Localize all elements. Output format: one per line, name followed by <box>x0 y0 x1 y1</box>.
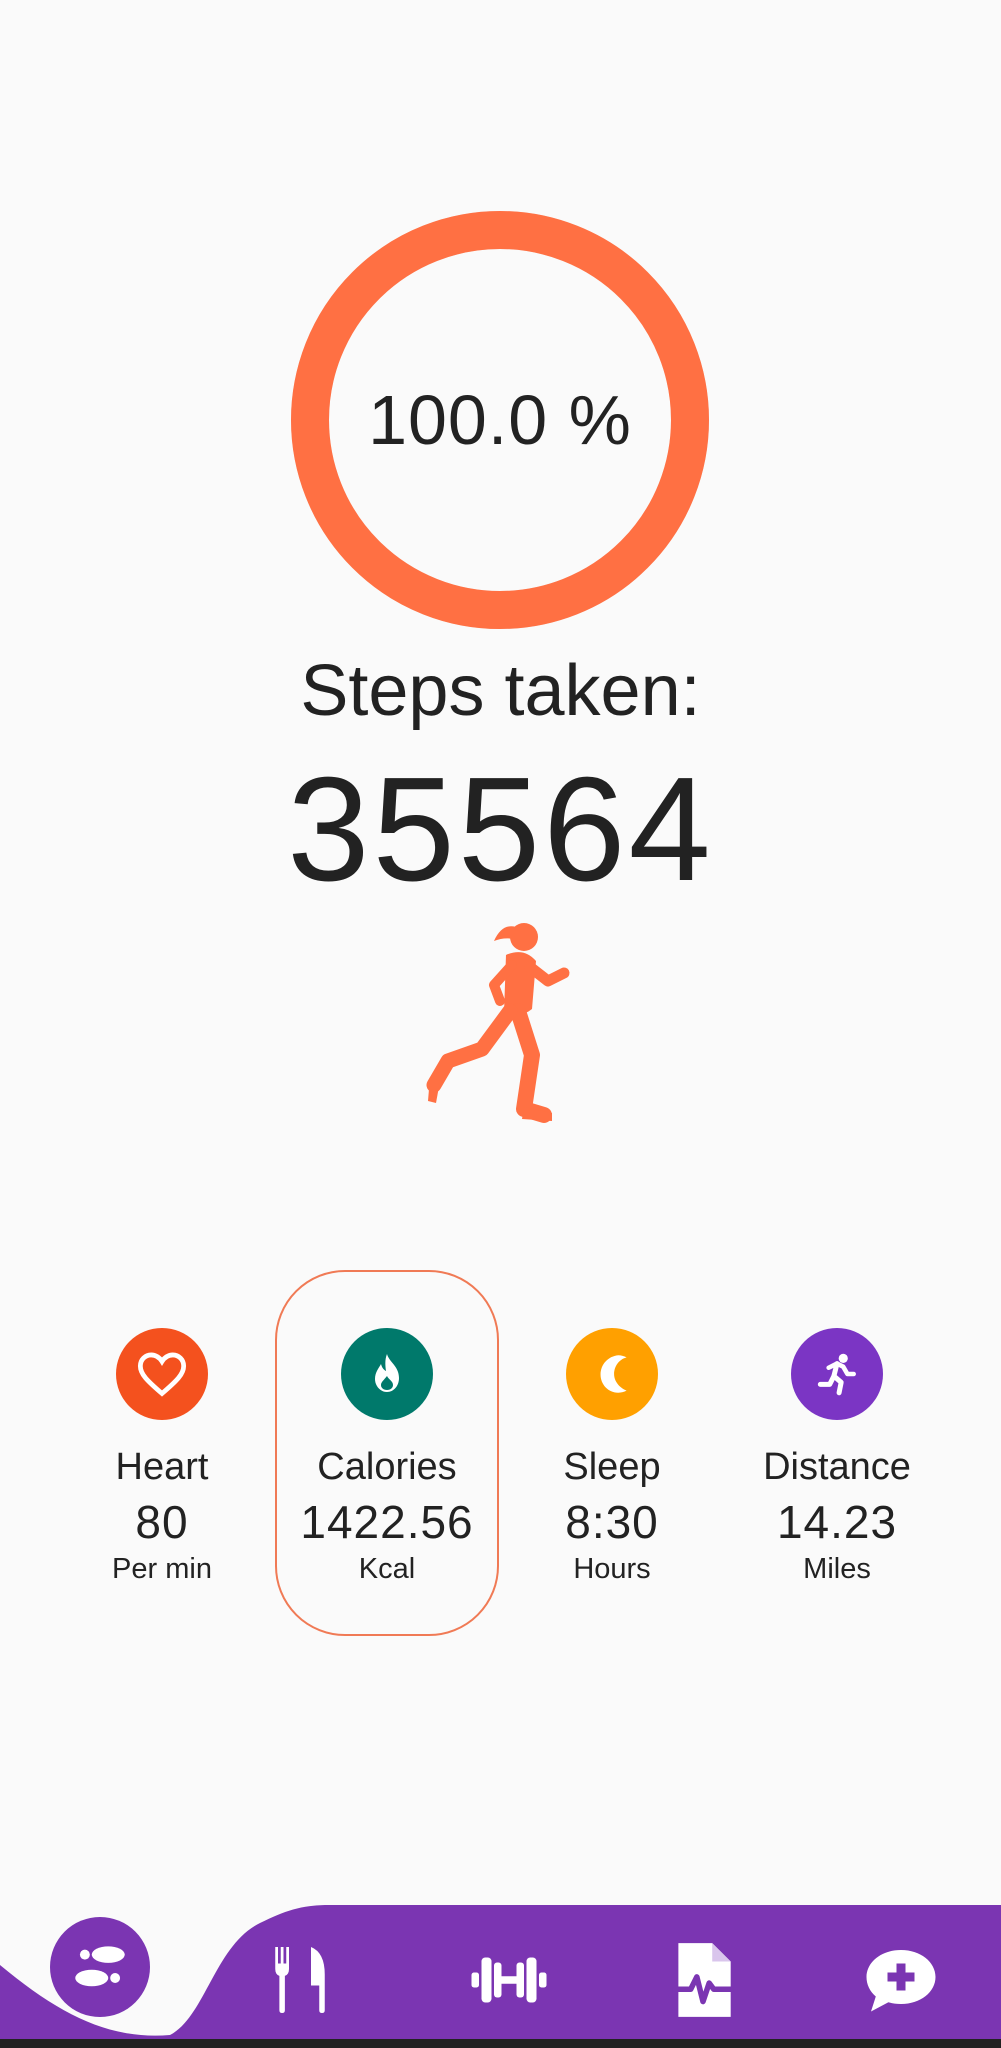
stat-label: Sleep <box>563 1446 661 1488</box>
stat-value: 14.23 <box>776 1496 898 1548</box>
stat-unit: Miles <box>803 1553 871 1585</box>
dumbbell-icon <box>471 1957 547 2003</box>
footsteps-icon <box>75 1946 125 1987</box>
nav-reports[interactable] <box>658 1935 748 2025</box>
nav-diet[interactable] <box>255 1935 345 2025</box>
nav-chat[interactable] <box>856 1935 946 2025</box>
stats-row: Heart 80 Per min Calories 1422.56 Kcal S… <box>0 1270 1001 1640</box>
stat-distance[interactable]: Distance 14.23 Miles <box>725 1270 949 1636</box>
stat-calories[interactable]: Calories 1422.56 Kcal <box>275 1270 499 1636</box>
progress-percent: 100.0 % <box>368 381 632 459</box>
nav-steps[interactable] <box>50 1917 150 2017</box>
heart-icon <box>116 1328 208 1420</box>
stat-heart[interactable]: Heart 80 Per min <box>50 1270 274 1636</box>
moon-icon <box>566 1328 658 1420</box>
stat-unit: Per min <box>112 1553 212 1585</box>
stat-value: 8:30 <box>565 1496 659 1548</box>
stat-value: 80 <box>135 1496 189 1548</box>
stat-label: Distance <box>763 1446 911 1488</box>
flame-icon <box>341 1328 433 1420</box>
stat-label: Heart <box>115 1446 209 1488</box>
chat-plus-icon <box>866 1950 936 2012</box>
stat-value: 1422.56 <box>300 1496 474 1548</box>
stat-unit: Hours <box>573 1553 651 1585</box>
medical-report-icon <box>672 1943 734 2017</box>
steps-title: Steps taken: <box>300 651 701 731</box>
bottom-navigation <box>0 1905 1001 2048</box>
stat-label: Calories <box>317 1446 457 1488</box>
steps-count: 35564 <box>287 747 714 912</box>
stat-unit: Kcal <box>358 1553 416 1585</box>
progress-ring: 100.0 % <box>270 190 730 650</box>
nav-workout[interactable] <box>464 1935 554 2025</box>
runner-icon <box>426 923 570 1123</box>
fork-knife-icon <box>275 1947 325 2013</box>
stat-sleep[interactable]: Sleep 8:30 Hours <box>500 1270 724 1636</box>
running-person-icon <box>791 1328 883 1420</box>
